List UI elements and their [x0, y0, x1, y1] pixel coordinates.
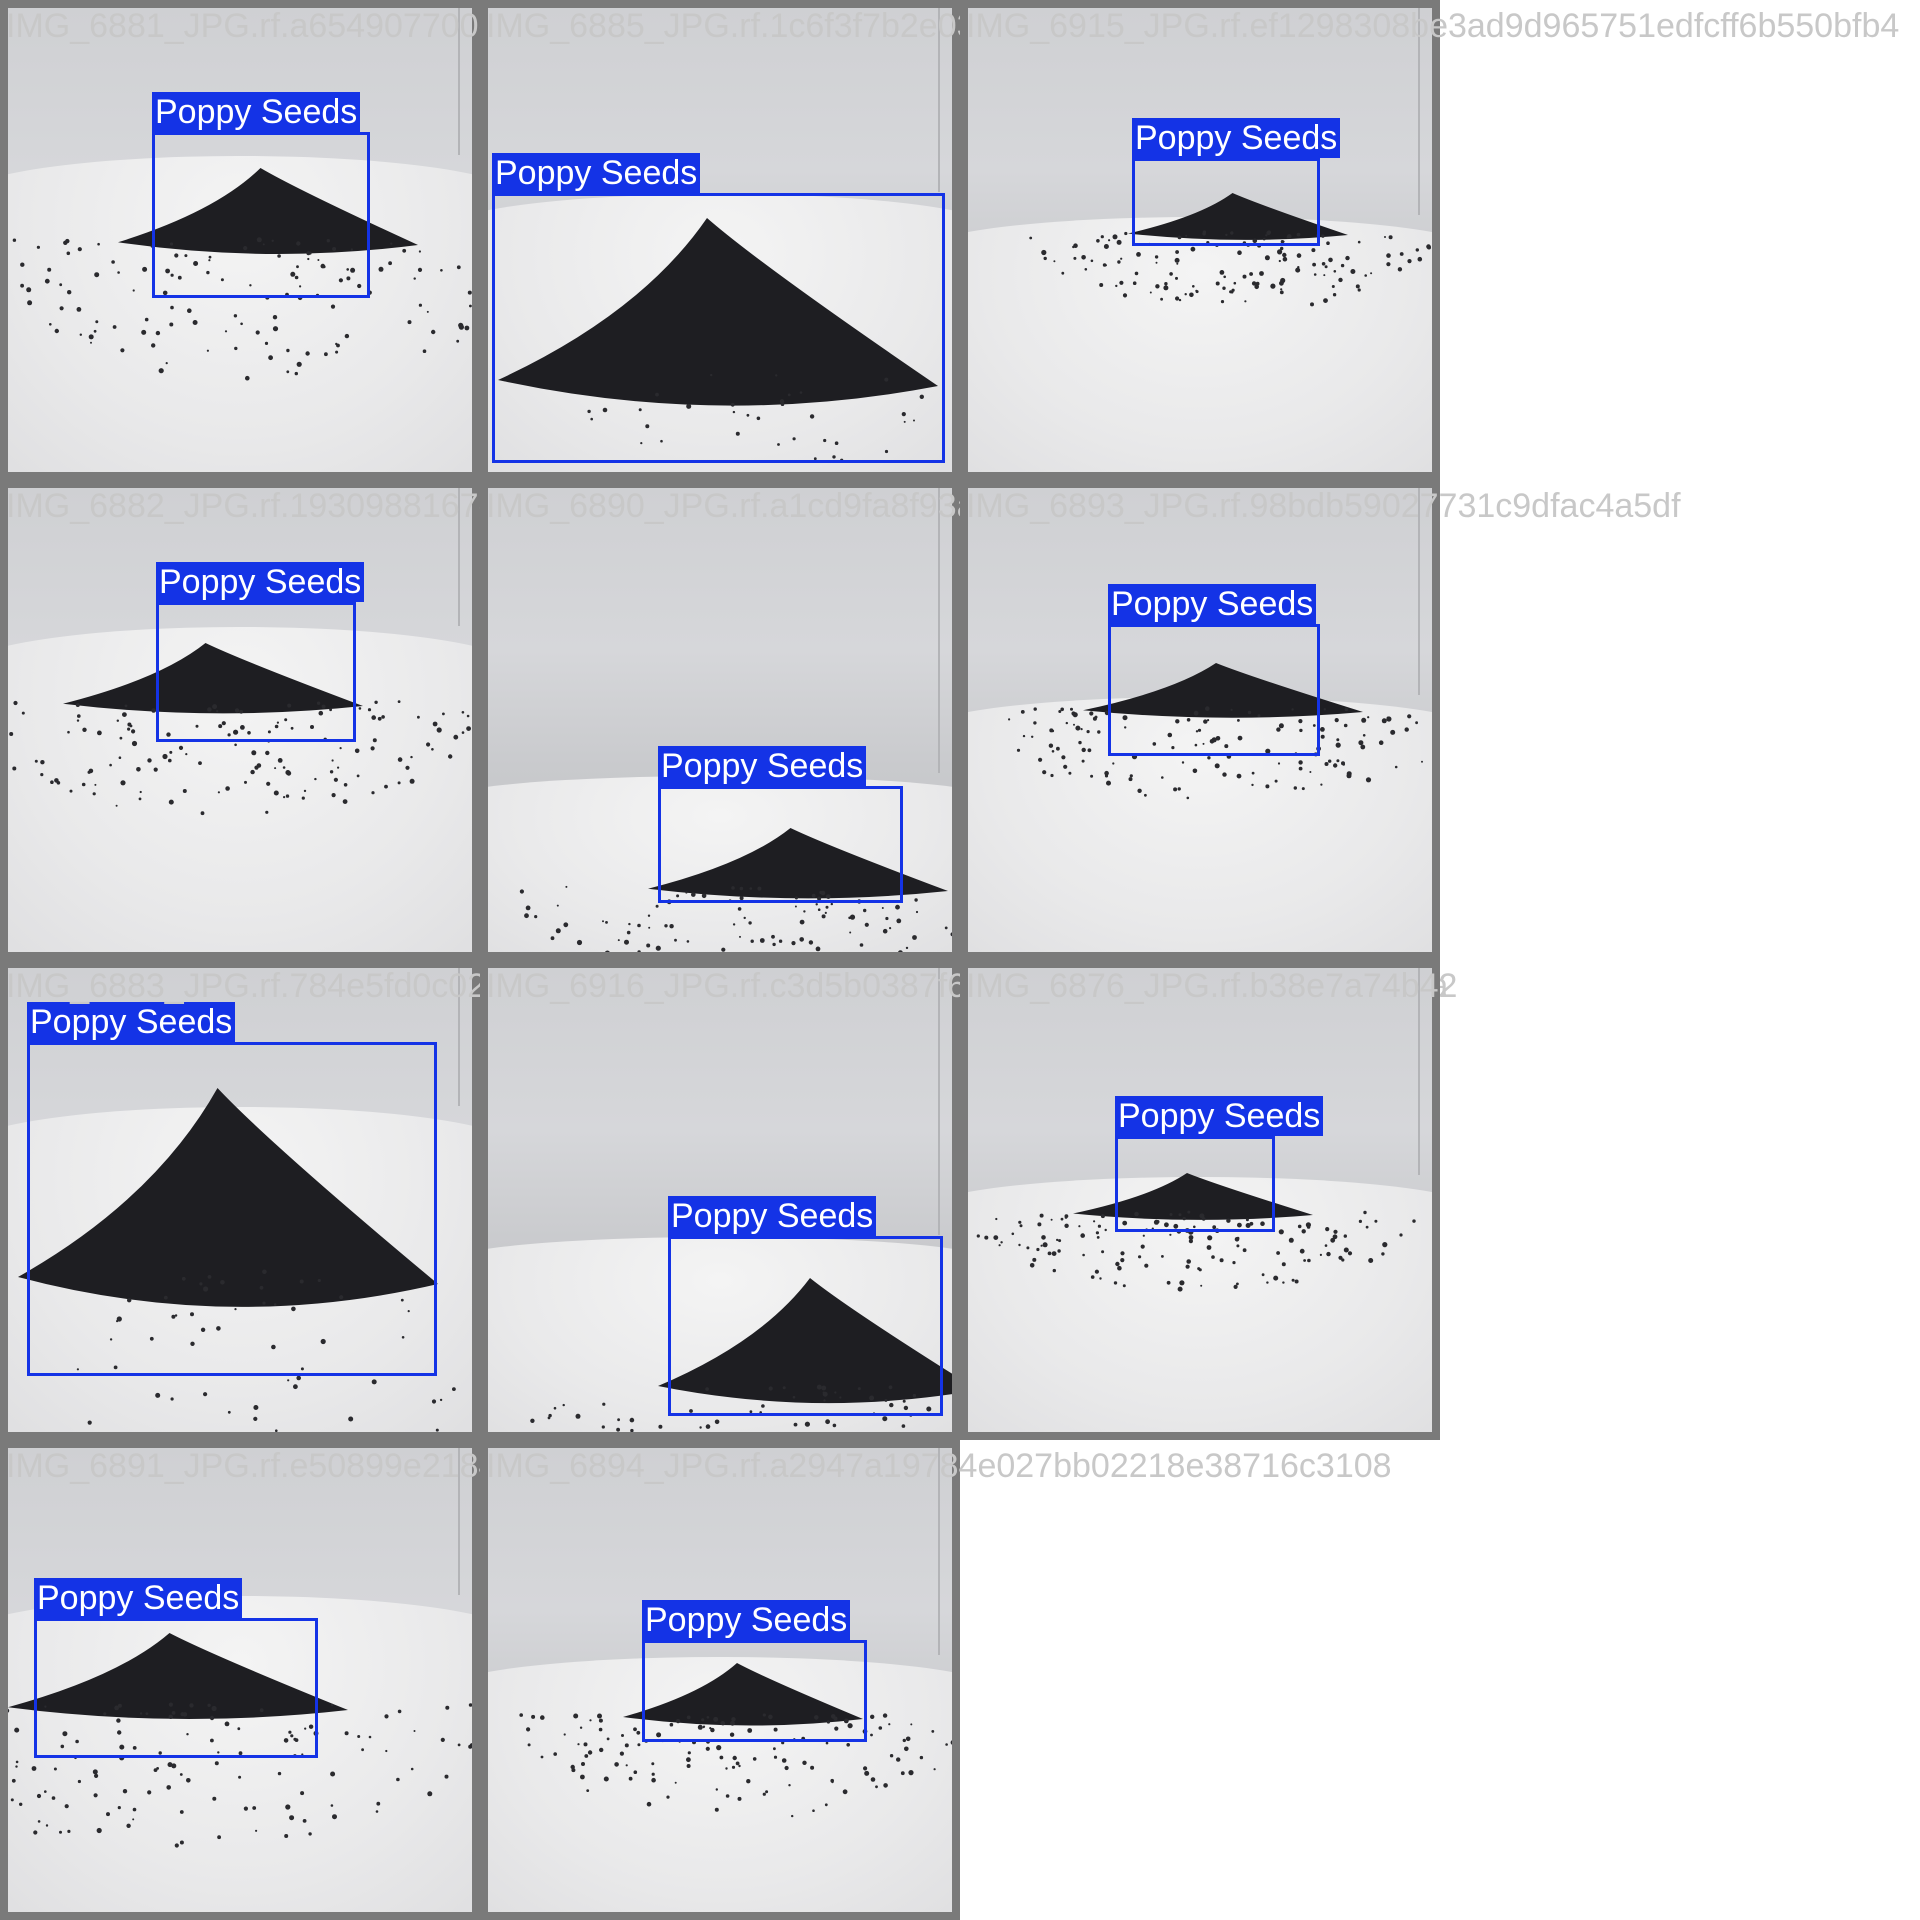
photo-tile: Poppy Seeds — [0, 480, 480, 960]
photo-tile: Poppy Seeds — [960, 480, 1440, 960]
detection-box — [27, 1042, 437, 1376]
detection-label: Poppy Seeds — [152, 92, 361, 132]
detection-box — [1132, 158, 1320, 246]
detection-label: Poppy Seeds — [658, 746, 867, 786]
photo-tile: Poppy Seeds — [0, 1440, 480, 1920]
detection-box — [156, 602, 356, 742]
photo-tile: Poppy Seeds — [480, 0, 960, 480]
detection-box — [1115, 1136, 1275, 1232]
photo-tile: Poppy Seeds — [0, 0, 480, 480]
detection-box — [34, 1618, 318, 1758]
detection-label: Poppy Seeds — [34, 1578, 243, 1618]
photo-tile: Poppy Seeds — [480, 1440, 960, 1920]
detection-label: Poppy Seeds — [156, 562, 365, 602]
detection-box — [668, 1236, 943, 1416]
detection-label: Poppy Seeds — [492, 153, 701, 193]
detection-box — [152, 132, 370, 298]
detection-label: Poppy Seeds — [642, 1600, 851, 1640]
photo-tile: Poppy Seeds — [480, 960, 960, 1440]
photo-tile: Poppy Seeds — [960, 960, 1440, 1440]
detection-box — [642, 1640, 867, 1742]
detection-label: Poppy Seeds — [27, 1002, 236, 1042]
photo-tile: Poppy Seeds — [480, 480, 960, 960]
detection-box — [1108, 624, 1320, 756]
detection-box — [492, 193, 945, 463]
detection-label: Poppy Seeds — [1115, 1096, 1324, 1136]
detection-mosaic: Poppy Seeds IMG_6881_JPG.rf.a654907700c68… — [0, 0, 1920, 1920]
detection-label: Poppy Seeds — [1132, 118, 1341, 158]
detection-box — [658, 786, 903, 903]
photo-tile: Poppy Seeds — [0, 960, 480, 1440]
detection-label: Poppy Seeds — [1108, 584, 1317, 624]
photo-tile: Poppy Seeds — [960, 0, 1440, 480]
detection-label: Poppy Seeds — [668, 1196, 877, 1236]
